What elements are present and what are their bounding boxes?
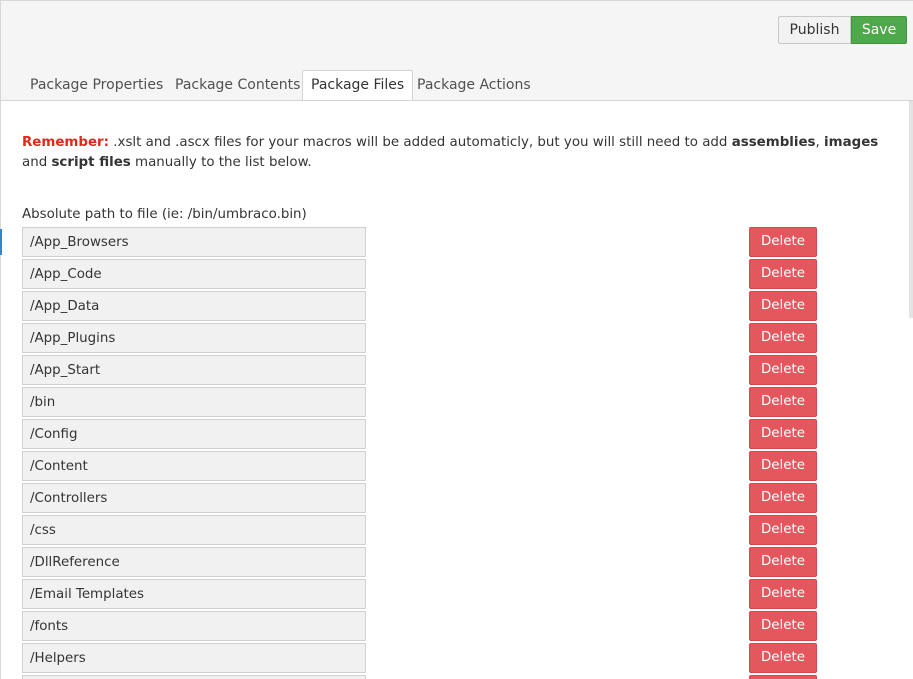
notice-text-1: .xslt and .ascx files for your macros wi… [109, 135, 732, 150]
delete-file-button[interactable]: Delete [749, 387, 817, 417]
notice-text: Remember: .xslt and .ascx files for your… [22, 133, 892, 173]
package-editor: Publish Save Package Properties Package … [0, 0, 913, 679]
file-path-input[interactable] [22, 291, 366, 321]
file-path-input[interactable] [22, 227, 366, 257]
file-path-input[interactable] [22, 323, 366, 353]
delete-file-button[interactable]: Delete [749, 227, 817, 257]
publish-button[interactable]: Publish [778, 16, 851, 44]
file-row: Delete [22, 515, 822, 547]
notice-bold-images: images [824, 135, 879, 150]
file-path-input[interactable] [22, 419, 366, 449]
file-row: Delete [22, 323, 822, 355]
file-path-input[interactable] [22, 451, 366, 481]
delete-file-button[interactable]: Delete [749, 451, 817, 481]
file-row: Delete [22, 387, 822, 419]
file-row: Delete [22, 675, 822, 679]
tab-package-files[interactable]: Package Files [302, 70, 414, 101]
delete-file-button[interactable]: Delete [749, 259, 817, 289]
file-row: Delete [22, 451, 822, 483]
notice-text-2: and [22, 155, 52, 170]
delete-file-button[interactable]: Delete [749, 291, 817, 321]
file-path-input[interactable] [22, 515, 366, 545]
file-path-input[interactable] [22, 579, 366, 609]
file-path-input[interactable] [22, 547, 366, 577]
file-path-input[interactable] [22, 611, 366, 641]
delete-file-button[interactable]: Delete [749, 579, 817, 609]
delete-file-button[interactable]: Delete [749, 419, 817, 449]
file-row: Delete [22, 547, 822, 579]
file-path-input[interactable] [22, 355, 366, 385]
delete-file-button[interactable]: Delete [749, 643, 817, 673]
left-border [0, 0, 1, 679]
scrollbar[interactable] [909, 101, 913, 318]
tab-package-contents[interactable]: Package Contents [167, 70, 308, 101]
delete-file-button[interactable]: Delete [749, 675, 817, 679]
notice-remember: Remember: [22, 135, 110, 150]
delete-file-button[interactable]: Delete [749, 547, 817, 577]
file-path-input[interactable] [22, 387, 366, 417]
notice-sep-1: , [815, 135, 825, 150]
file-path-label: Absolute path to file (ie: /bin/umbraco.… [22, 207, 307, 222]
file-row: Delete [22, 259, 822, 291]
file-path-input[interactable] [22, 675, 366, 679]
file-row: Delete [22, 611, 822, 643]
notice-bold-assemblies: assemblies [731, 135, 816, 150]
top-border [0, 0, 913, 1]
file-path-input[interactable] [22, 483, 366, 513]
delete-file-button[interactable]: Delete [749, 323, 817, 353]
file-row: Delete [22, 227, 822, 259]
file-row: Delete [22, 483, 822, 515]
notice-bold-script-files: script files [51, 155, 131, 170]
delete-file-button[interactable]: Delete [749, 515, 817, 545]
save-button[interactable]: Save [851, 16, 907, 44]
file-row: Delete [22, 579, 822, 611]
file-path-input[interactable] [22, 259, 366, 289]
file-row: Delete [22, 355, 822, 387]
tabs-divider [0, 100, 913, 101]
notice-text-3: manually to the list below. [130, 155, 312, 170]
file-list: DeleteDeleteDeleteDeleteDeleteDeleteDele… [22, 227, 822, 679]
file-row: Delete [22, 419, 822, 451]
tab-package-actions[interactable]: Package Actions [409, 70, 539, 101]
delete-file-button[interactable]: Delete [749, 611, 817, 641]
delete-file-button[interactable]: Delete [749, 355, 817, 385]
file-path-input[interactable] [22, 643, 366, 673]
delete-file-button[interactable]: Delete [749, 483, 817, 513]
focus-marker [0, 229, 2, 255]
tab-package-properties[interactable]: Package Properties [22, 70, 171, 101]
file-row: Delete [22, 643, 822, 675]
file-row: Delete [22, 291, 822, 323]
